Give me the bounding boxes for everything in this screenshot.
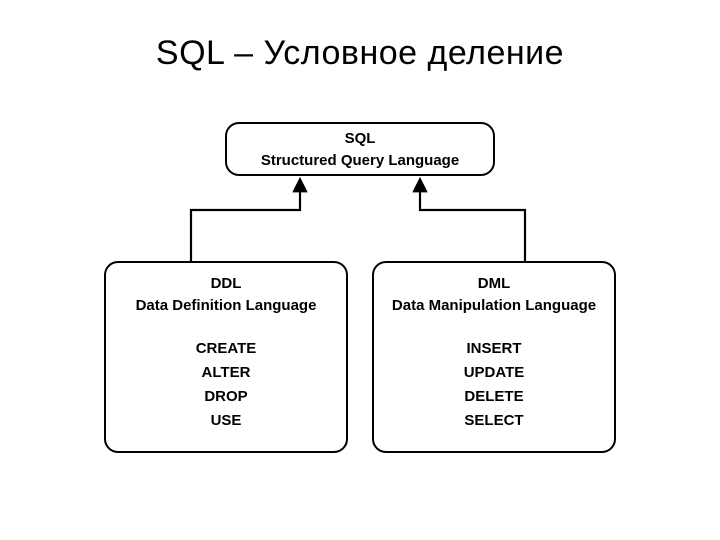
child-box-ddl: DDL Data Definition Language CREATE ALTE… [104,261,348,453]
dml-kw-select: SELECT [374,409,614,433]
connector-left [191,180,300,261]
dml-full: Data Manipulation Language [374,295,614,317]
connector-right [420,180,525,261]
ddl-kw-drop: DROP [106,385,346,409]
child-box-dml: DML Data Manipulation Language INSERT UP… [372,261,616,453]
dml-abbr: DML [374,273,614,295]
slide-title: SQL – Условное деление [0,34,720,73]
ddl-full: Data Definition Language [106,295,346,317]
dml-kw-insert: INSERT [374,337,614,361]
ddl-kw-create: CREATE [106,337,346,361]
parent-box-sql: SQL Structured Query Language [225,122,495,176]
ddl-kw-use: USE [106,409,346,433]
parent-line2: Structured Query Language [227,150,493,172]
dml-kw-delete: DELETE [374,385,614,409]
dml-kw-update: UPDATE [374,361,614,385]
ddl-kw-alter: ALTER [106,361,346,385]
ddl-abbr: DDL [106,273,346,295]
parent-line1: SQL [227,128,493,150]
